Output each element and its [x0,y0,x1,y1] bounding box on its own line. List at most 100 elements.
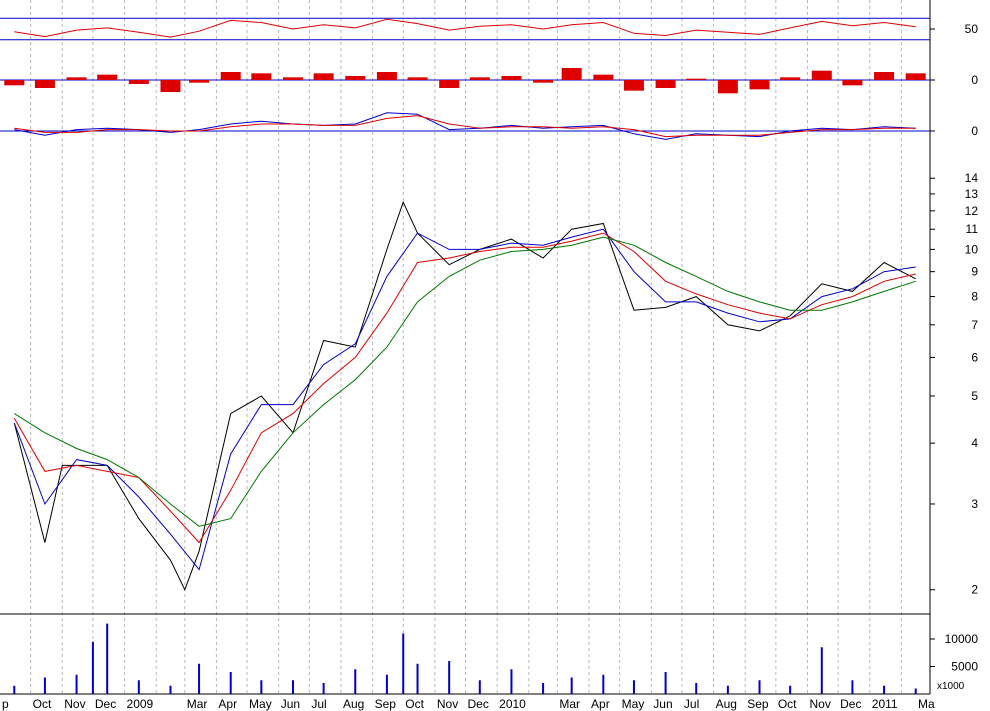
histogram-bar [251,73,272,80]
rsi-line [14,18,916,38]
histogram-bar [561,68,582,80]
price-y-label: 3 [971,497,978,511]
volume-bar [416,663,419,694]
panel-frames [0,0,931,695]
moving-average-line [13,228,916,571]
volume-bar [43,677,46,694]
x-tick-label: Nov [809,697,830,711]
volume-panel: 5000 10000 x1000 [13,623,979,694]
x-tick-label: Aug [716,697,737,711]
volume-bar [758,680,761,694]
histogram-bar [439,80,460,88]
x-tick-label: May [622,697,645,711]
month-grid [30,0,902,694]
x-tick-label: Apr [591,697,610,711]
time-axis: p Oct Nov Dec 2009 Mar Apr May Jun Jul Aug Sep Oct No… [2,697,935,711]
x-tick-label: Mar [187,697,208,711]
volume-bar [13,685,16,694]
volume-bar [137,680,140,694]
price-y-label: 9 [971,265,978,279]
chart-canvas: 50 0 0 2 3 4 5 6 7 8 9 10 11 12 13 14 5000 10000 x1000… [0,0,979,711]
histogram-bar [780,77,801,80]
histogram-bar [811,70,832,80]
histogram-bar [313,73,334,80]
x-tick-label: Oct [405,697,424,711]
volume-bar [726,685,729,694]
x-tick-label: Dec [95,697,116,711]
histogram-bar [655,80,676,88]
price-y-label: 13 [965,187,979,201]
macd-y-label: 0 [971,124,978,138]
histogram-bar [469,77,490,80]
price-y-label: 6 [971,350,978,364]
macd-line [14,115,916,138]
volume-bar [632,680,635,694]
x-tick-label: Jun [653,697,672,711]
x-tick-label: Dec [468,697,489,711]
histogram-bar [874,72,895,80]
histogram-bar [842,80,863,86]
histogram-bar [160,80,181,92]
x-tick-label: Jul [684,697,699,711]
histogram-bar [376,72,397,80]
x-tick-label: p [2,697,9,711]
volume-bar [478,680,481,694]
histogram-bar [128,80,149,84]
histogram-bar [533,80,554,83]
histogram-bar [686,78,707,80]
histogram-bar [717,80,738,94]
moving-average-line [14,236,916,527]
volume-bar [448,661,451,694]
histogram-bar [34,80,55,88]
x-tick-label: 2011 [872,697,898,711]
price-y-label: 8 [971,290,978,304]
volume-bar [695,683,698,694]
volume-bar [851,680,854,694]
volume-y-label: 10000 [945,632,979,646]
histogram-bar [220,72,241,80]
volume-bar [198,663,201,694]
volume-bar [291,680,294,694]
x-tick-label: 2010 [499,697,526,711]
x-tick-label: Sep [375,697,397,711]
rsi-y-label: 50 [965,22,979,36]
macd-histogram-panel: 0 [0,68,978,94]
histogram-bar [407,77,428,80]
moving-average-line [13,232,916,544]
histogram-bar [66,77,87,80]
volume-bar [789,685,792,694]
histogram-bar [4,80,25,86]
price-y-label: 11 [966,222,979,236]
x-tick-label: Ma [918,697,935,711]
x-tick-label: Nov [64,697,85,711]
x-tick-label: Nov [437,697,458,711]
x-tick-label: May [249,697,272,711]
volume-bar [354,669,357,694]
x-tick-label: Aug [343,697,364,711]
histogram-bar [905,73,926,80]
x-tick-label: Jul [311,697,326,711]
volume-bar [385,674,388,694]
price-y-label: 5 [971,389,978,403]
price-line [13,200,916,591]
price-y-label: 12 [965,204,979,218]
volume-bar [820,647,823,694]
histogram-bar [97,74,118,80]
x-tick-label: Sep [747,697,769,711]
volume-bar [229,672,232,694]
histogram-bar [282,77,303,80]
volume-bar [883,685,886,694]
histogram-bar [345,76,366,80]
histogram-bar [593,74,614,80]
price-y-label: 2 [971,583,978,597]
macd-panel: 0 [0,112,978,140]
volume-bar [169,685,172,694]
volume-bar [602,674,605,694]
volume-bar [91,641,94,694]
price-y-label: 7 [971,318,978,332]
volume-bar [664,672,667,694]
price-panel: 2 3 4 5 6 7 8 9 10 11 12 13 14 [13,171,979,597]
x-tick-label: Oct [778,697,797,711]
price-y-label: 10 [965,242,979,256]
volume-bar [510,669,513,694]
